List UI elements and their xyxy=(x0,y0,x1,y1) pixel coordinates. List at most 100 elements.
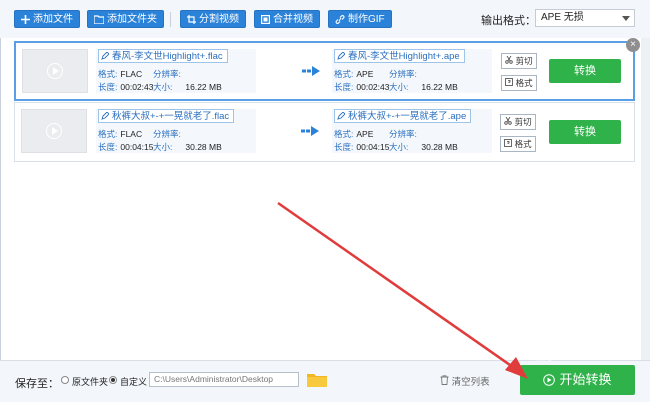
size-key: 大小: xyxy=(153,82,173,92)
custom-folder-label: 自定义 xyxy=(120,377,148,387)
size-value: 16.22 MB xyxy=(185,82,222,92)
source-duration: 长度: 00:02:43 xyxy=(98,81,153,93)
close-icon[interactable]: × xyxy=(626,38,640,52)
scissors-icon xyxy=(504,116,512,125)
plus-icon xyxy=(21,15,30,24)
source-folder-label: 原文件夹 xyxy=(72,377,109,387)
scrollbar[interactable] xyxy=(641,38,650,360)
output-file-info: 春风-李文世Highlight+.ape 格式: APE 分辨率: 长度: 00:0… xyxy=(332,49,492,93)
cut-label: 剪切 xyxy=(515,56,533,66)
source-file-name-text: 秋裤大叔+-+一晃就老了.flac xyxy=(112,111,230,122)
resolution-key: 分辨率: xyxy=(153,129,181,139)
video-thumbnail[interactable] xyxy=(22,49,88,93)
resolution-key: 分辨率: xyxy=(153,69,181,79)
clear-list-label: 清空列表 xyxy=(451,377,490,388)
resolution-key: 分辨率: xyxy=(389,129,417,139)
source-folder-radio[interactable] xyxy=(61,376,69,384)
output-format-value: APE 无损 xyxy=(541,12,584,23)
duration-value: 00:02:43 xyxy=(356,82,390,92)
output-file-info: 秋裤大叔+-+一晃就老了.ape 格式: APE 分辨率: 长度: 00:04:15… xyxy=(332,109,492,153)
output-format: 格式: APE xyxy=(334,128,373,140)
format-button[interactable]: 格式 xyxy=(501,75,537,91)
source-file-name[interactable]: 秋裤大叔+-+一晃就老了.flac xyxy=(98,109,235,123)
output-resolution: 分辨率: xyxy=(389,68,420,80)
convert-button[interactable]: 转换 xyxy=(549,120,621,144)
output-file-name-text: 秋裤大叔+-+一晃就老了.ape xyxy=(348,111,467,122)
resolution-key: 分辨率: xyxy=(389,69,417,79)
split-video-button[interactable]: 分割视频 xyxy=(180,10,246,28)
output-format: 格式: APE xyxy=(334,68,373,80)
duration-key: 长度: xyxy=(334,142,354,152)
size-key: 大小: xyxy=(389,82,409,92)
format-value: FLAC xyxy=(120,69,143,79)
pencil-icon xyxy=(101,112,109,120)
cut-button[interactable]: 剪切 xyxy=(500,114,536,130)
duration-key: 长度: xyxy=(98,82,118,92)
cut-label: 剪切 xyxy=(514,117,532,127)
add-folder-button[interactable]: 添加文件夹 xyxy=(87,10,164,28)
format-key: 格式: xyxy=(334,129,354,139)
source-resolution: 分辨率: xyxy=(153,68,184,80)
source-file-name-text: 春风-李文世Highlight+.flac xyxy=(112,51,223,62)
output-file-name[interactable]: 春风-李文世Highlight+.ape xyxy=(334,49,465,63)
add-folder-label: 添加文件夹 xyxy=(107,14,157,25)
output-size: 大小: 16.22 MB xyxy=(389,81,458,93)
format-key: 格式: xyxy=(334,69,354,79)
start-convert-button[interactable]: 开始转换 xyxy=(520,365,635,395)
split-video-label: 分割视频 xyxy=(199,14,239,25)
merge-video-label: 合并视频 xyxy=(273,14,313,25)
format-label: 格式 xyxy=(515,78,533,88)
pencil-icon xyxy=(337,112,345,120)
folder-icon[interactable] xyxy=(306,371,328,388)
clear-list-button[interactable]: 清空列表 xyxy=(440,374,490,388)
output-file-name[interactable]: 秋裤大叔+-+一晃就老了.ape xyxy=(334,109,472,123)
source-file-name[interactable]: 春风-李文世Highlight+.flac xyxy=(98,49,228,63)
play-icon xyxy=(46,123,62,139)
output-format-select[interactable]: APE 无损 xyxy=(535,9,635,27)
cut-button[interactable]: 剪切 xyxy=(501,53,537,69)
source-size: 大小: 16.22 MB xyxy=(153,81,222,93)
format-button[interactable]: 格式 xyxy=(500,136,536,152)
play-icon xyxy=(47,63,63,79)
list-item[interactable]: 秋裤大叔+-+一晃就老了.flac 格式: FLAC 分辨率: 长度: 00:04:… xyxy=(14,102,635,162)
make-gif-button[interactable]: 制作GIF xyxy=(328,10,392,28)
make-gif-label: 制作GIF xyxy=(348,14,385,25)
merge-icon xyxy=(261,15,271,25)
toolbar-divider xyxy=(170,12,171,27)
output-duration: 长度: 00:02:43 xyxy=(334,81,389,93)
pencil-icon xyxy=(337,52,345,60)
add-file-button[interactable]: 添加文件 xyxy=(14,10,80,28)
trash-icon xyxy=(440,375,449,385)
output-size: 大小: 30.28 MB xyxy=(389,141,458,153)
duration-value: 00:04:15 xyxy=(120,142,154,152)
merge-video-button[interactable]: 合并视频 xyxy=(254,10,320,28)
format-key: 格式: xyxy=(98,129,118,139)
output-path-input[interactable]: C:\Users\Administrator\Desktop xyxy=(149,372,299,387)
start-convert-label: 开始转换 xyxy=(559,372,612,387)
source-size: 大小: 30.28 MB xyxy=(153,141,222,153)
scissors-icon xyxy=(505,55,513,64)
custom-folder-radio[interactable] xyxy=(109,376,117,384)
format-icon xyxy=(505,78,514,86)
chevron-down-icon xyxy=(622,16,630,21)
format-value: APE xyxy=(356,129,374,139)
convert-arrow-icon xyxy=(301,126,319,136)
source-file-info: 秋裤大叔+-+一晃就老了.flac 格式: FLAC 分辨率: 长度: 00:04:… xyxy=(96,109,256,153)
add-file-label: 添加文件 xyxy=(33,14,73,25)
output-format-label: 输出格式： xyxy=(481,15,536,27)
format-value: FLAC xyxy=(120,129,143,139)
video-thumbnail[interactable] xyxy=(21,109,87,153)
convert-button[interactable]: 转换 xyxy=(549,59,621,83)
folder-icon xyxy=(93,15,105,25)
source-format: 格式: FLAC xyxy=(98,128,142,140)
duration-key: 长度: xyxy=(98,142,118,152)
source-resolution: 分辨率: xyxy=(153,128,184,140)
duration-key: 长度: xyxy=(334,82,354,92)
output-resolution: 分辨率: xyxy=(389,128,420,140)
source-file-info: 春风-李文世Highlight+.flac 格式: FLAC 分辨率: 长度: 00… xyxy=(96,49,256,93)
source-duration: 长度: 00:04:15 xyxy=(98,141,153,153)
list-item[interactable]: 春风-李文世Highlight+.flac 格式: FLAC 分辨率: 长度: 00… xyxy=(14,41,635,101)
size-value: 30.28 MB xyxy=(421,142,458,152)
duration-value: 00:04:15 xyxy=(356,142,390,152)
convert-arrow-icon xyxy=(302,66,320,76)
